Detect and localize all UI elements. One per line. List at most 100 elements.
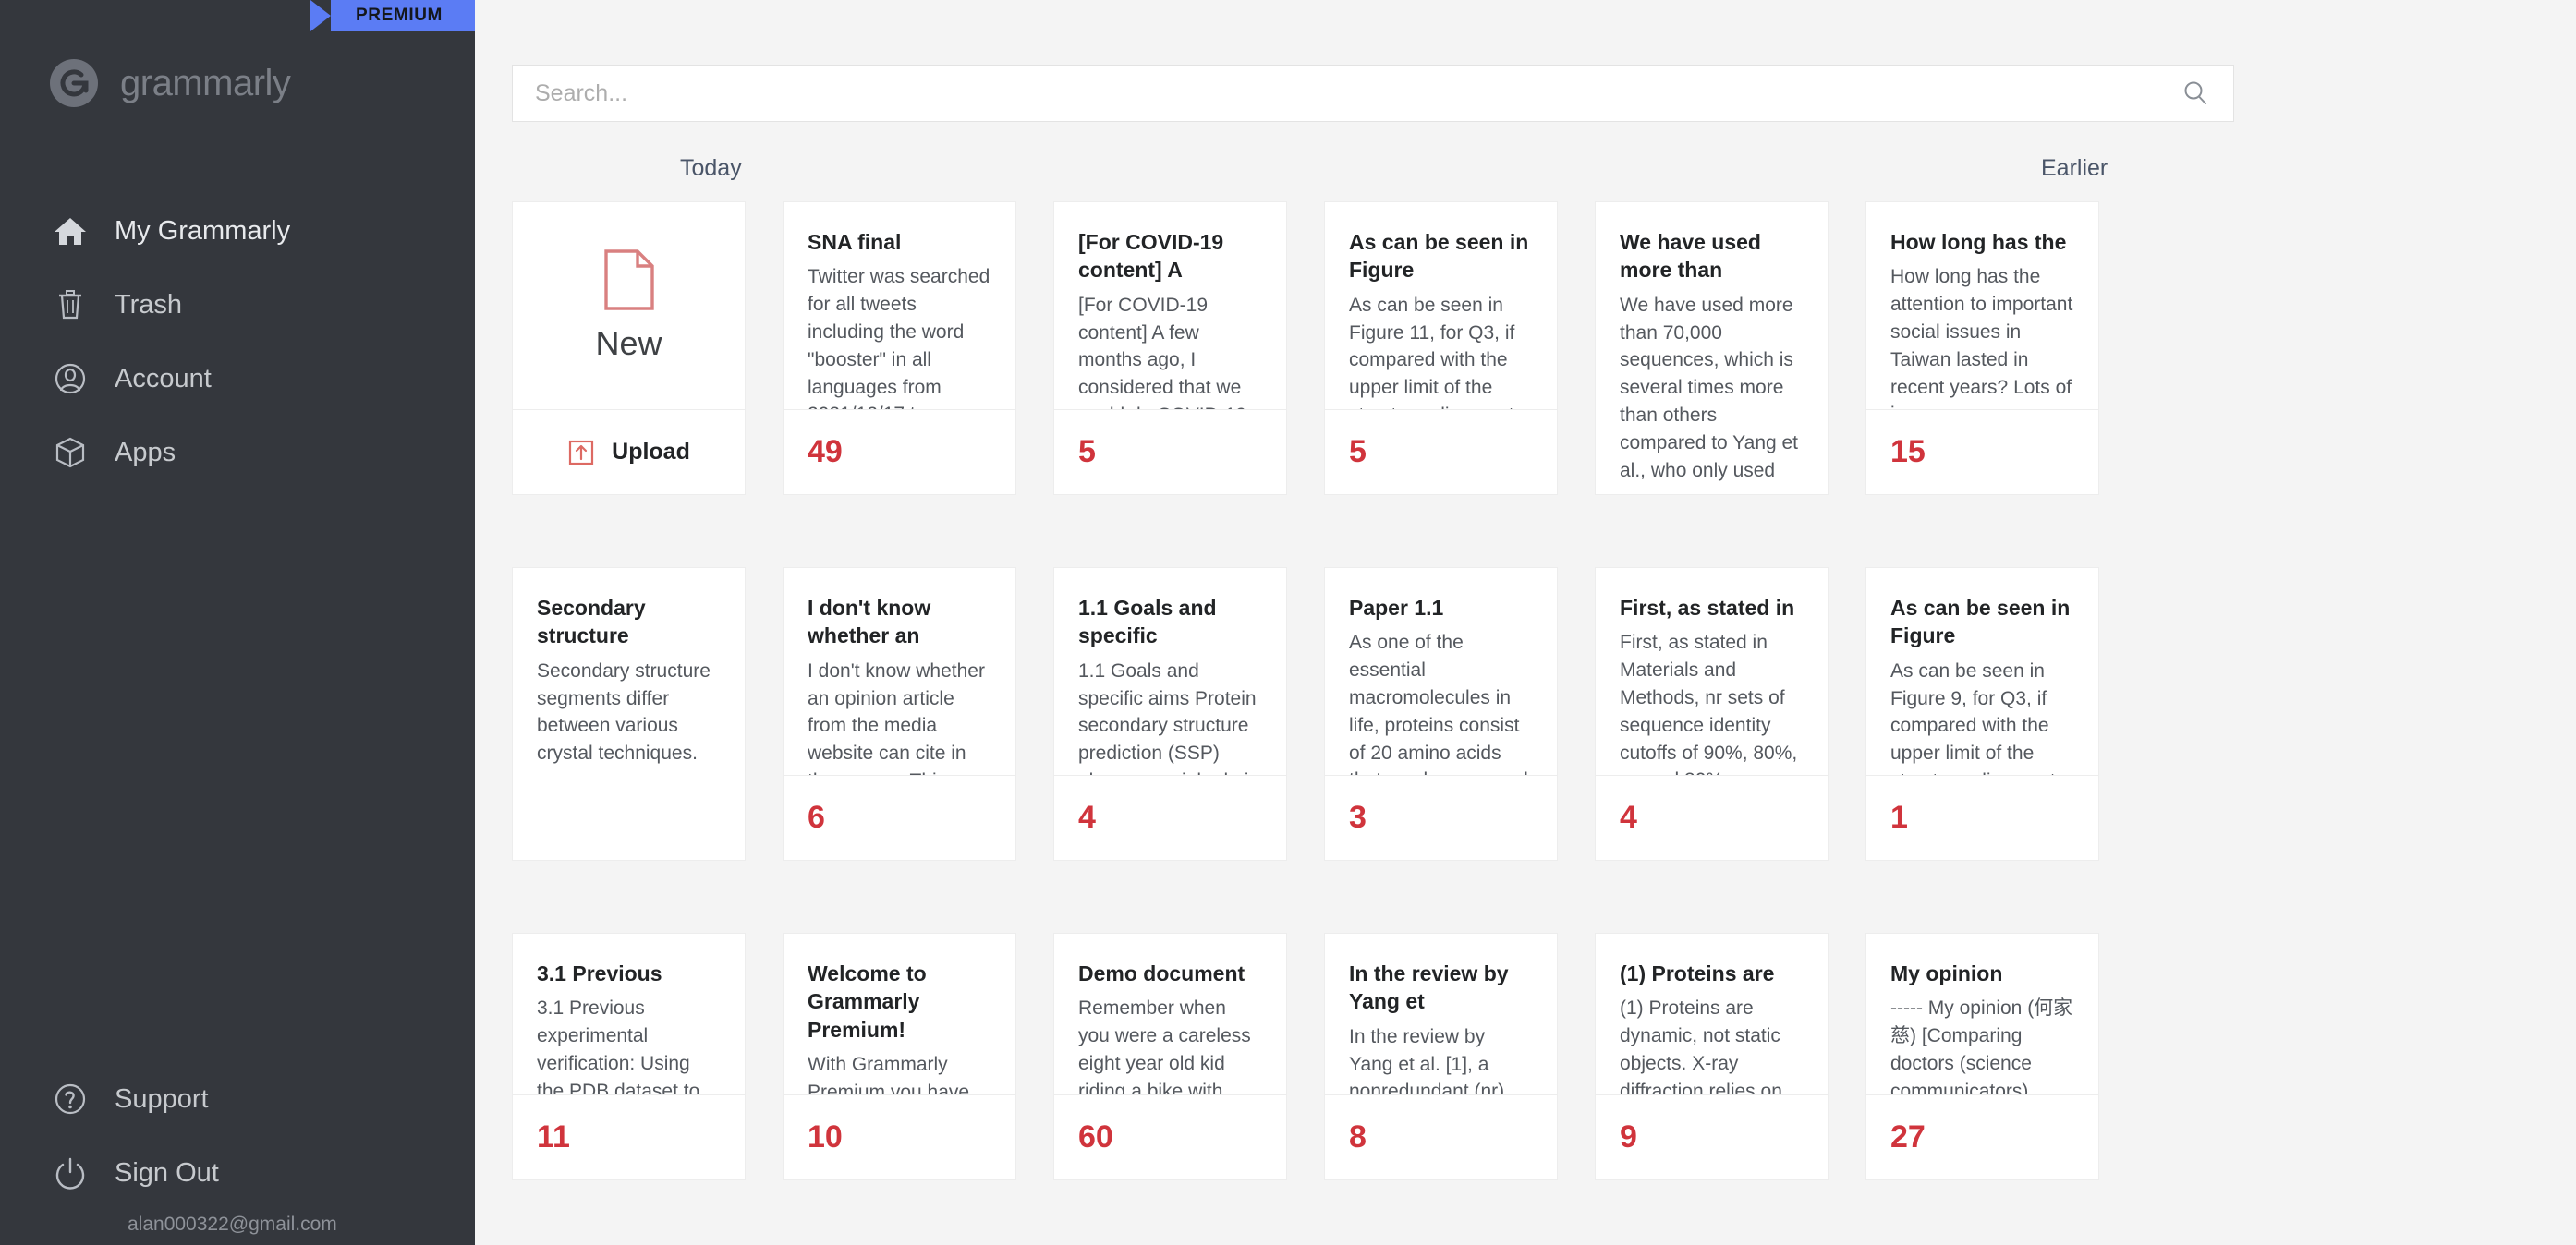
document-title: SNA final <box>808 230 902 254</box>
sidebar-item-label: Apps <box>115 437 176 467</box>
document-score: 5 <box>1078 434 1096 469</box>
document-card-body: 3.1 Previous 3.1 Previous experimental v… <box>513 934 745 1094</box>
document-title: Demo document <box>1078 961 1245 985</box>
document-snippet: First, as stated in Materials and Method… <box>1620 632 1798 775</box>
sidebar-item-label: Sign Out <box>115 1157 219 1188</box>
document-snippet: In the review by Yang et al. [1], a nonr… <box>1349 1025 1505 1094</box>
premium-badge-label: PREMIUM <box>356 6 443 25</box>
document-card[interactable]: As can be seen in Figure As can be seen … <box>1324 201 1558 495</box>
document-snippet: 1.1 Goals and specific aims Protein seco… <box>1078 659 1259 775</box>
row-spacer <box>512 861 2539 933</box>
document-card-footer: 4 <box>1054 775 1286 860</box>
document-card-body: How long has the How long has the attent… <box>1866 202 2098 409</box>
document-score: 1 <box>1890 800 1908 835</box>
document-card-footer: 8 <box>1325 1094 1557 1179</box>
document-card-body: 1.1 Goals and specific 1.1 Goals and spe… <box>1054 568 1286 775</box>
document-card-body: We have used more than We have used more… <box>1596 202 1828 494</box>
document-score: 11 <box>537 1119 570 1154</box>
new-document-button[interactable]: New <box>513 202 745 409</box>
document-snippet: As can be seen in Figure 11, for Q3, if … <box>1349 294 1519 409</box>
document-card-footer: 11 <box>513 1094 745 1179</box>
document-card-footer: 5 <box>1325 409 1557 494</box>
document-card-body: As can be seen in Figure As can be seen … <box>1325 202 1557 409</box>
document-score: 4 <box>1620 800 1637 835</box>
document-score: 15 <box>1890 434 1926 469</box>
document-card[interactable]: I don't know whether an I don't know whe… <box>783 567 1016 861</box>
document-card[interactable]: [For COVID-19 content] A [For COVID-19 c… <box>1053 201 1287 495</box>
document-card-body: Paper 1.1 As one of the essential macrom… <box>1325 568 1557 775</box>
document-card-footer: 9 <box>1596 1094 1828 1179</box>
card-row-2: Secondary structure Secondary structure … <box>512 567 2539 861</box>
grammarly-g-logo-icon <box>48 57 100 109</box>
documents-grid: Today Earlier New Upload SNA final Twitt… <box>475 155 2576 1180</box>
document-score: 27 <box>1890 1119 1926 1154</box>
account-person-icon <box>52 360 89 397</box>
document-card-body: Demo document Remember when you were a c… <box>1054 934 1286 1094</box>
document-card[interactable]: How long has the How long has the attent… <box>1865 201 2099 495</box>
question-circle-icon <box>52 1081 89 1118</box>
document-title: Secondary structure <box>537 596 646 648</box>
document-card-footer: 6 <box>784 775 1015 860</box>
document-score: 10 <box>808 1119 843 1154</box>
sidebar-item-label: My Grammarly <box>115 215 291 246</box>
document-card-footer: 60 <box>1054 1094 1286 1179</box>
sidebar-item-support[interactable]: Support <box>0 1062 475 1136</box>
document-card[interactable]: First, as stated in First, as stated in … <box>1595 567 1829 861</box>
document-card[interactable]: My opinion ----- My opinion (何家慈) [Compa… <box>1865 933 2099 1180</box>
sidebar-item-sign-out[interactable]: Sign Out <box>0 1136 475 1210</box>
document-card[interactable]: 1.1 Goals and specific 1.1 Goals and spe… <box>1053 567 1287 861</box>
document-card-footer: 1 <box>1866 775 2098 860</box>
document-title: First, as stated in <box>1620 596 1795 620</box>
row-spacer <box>512 495 2539 567</box>
document-score: 8 <box>1349 1119 1367 1154</box>
document-card[interactable]: As can be seen in Figure As can be seen … <box>1865 567 2099 861</box>
document-card[interactable]: Demo document Remember when you were a c… <box>1053 933 1287 1180</box>
document-card-body: My opinion ----- My opinion (何家慈) [Compa… <box>1866 934 2098 1094</box>
document-snippet: How long has the attention to important … <box>1890 266 2073 409</box>
document-card[interactable]: 3.1 Previous 3.1 Previous experimental v… <box>512 933 746 1180</box>
document-snippet: I don't know whether an opinion article … <box>808 659 985 775</box>
document-title: (1) Proteins are <box>1620 961 1775 985</box>
document-card[interactable]: (1) Proteins are (1) Proteins are dynami… <box>1595 933 1829 1180</box>
document-snippet: As can be seen in Figure 9, for Q3, if c… <box>1890 659 2060 775</box>
document-snippet: With Grammarly Premium you have access t… <box>808 1054 970 1094</box>
grammarly-dashboard: PREMIUM grammarly My Grammarly Trash Acc… <box>0 0 2576 1245</box>
new-document-card[interactable]: New Upload <box>512 201 746 495</box>
document-score: 60 <box>1078 1119 1113 1154</box>
sidebar-item-label: Support <box>115 1083 209 1114</box>
cube-box-icon <box>52 434 89 471</box>
document-title: As can be seen in Figure <box>1890 596 2071 648</box>
document-card[interactable]: SNA final Twitter was searched for all t… <box>783 201 1016 495</box>
document-title: In the review by Yang et <box>1349 961 1509 1014</box>
sidebar-item-apps[interactable]: Apps <box>0 416 475 490</box>
document-score: 4 <box>1078 800 1096 835</box>
document-card-body: In the review by Yang et In the review b… <box>1325 934 1557 1094</box>
sidebar: PREMIUM grammarly My Grammarly Trash Acc… <box>0 0 475 1245</box>
document-card-body: (1) Proteins are (1) Proteins are dynami… <box>1596 934 1828 1094</box>
document-snippet: As one of the essential macromolecules i… <box>1349 632 1528 775</box>
document-card-footer: 10 <box>784 1094 1015 1179</box>
document-title: I don't know whether an <box>808 596 931 648</box>
document-score: 49 <box>808 434 843 469</box>
document-score: 6 <box>808 800 825 835</box>
sidebar-item-account[interactable]: Account <box>0 342 475 416</box>
search-area <box>475 0 2576 122</box>
document-card[interactable]: Welcome to Grammarly Premium! With Gramm… <box>783 933 1016 1180</box>
document-card[interactable]: Paper 1.1 As one of the essential macrom… <box>1324 567 1558 861</box>
sidebar-footer: Support Sign Out alan000322@gmail.com <box>0 1062 475 1245</box>
document-card[interactable]: In the review by Yang et In the review b… <box>1324 933 1558 1180</box>
search-bar[interactable] <box>512 65 2234 122</box>
card-row-3: 3.1 Previous 3.1 Previous experimental v… <box>512 933 2539 1180</box>
document-title: We have used more than <box>1620 230 1761 283</box>
sidebar-item-trash[interactable]: Trash <box>0 268 475 342</box>
document-card[interactable]: We have used more than We have used more… <box>1595 201 1829 495</box>
document-title: As can be seen in Figure <box>1349 230 1529 283</box>
search-input[interactable] <box>535 79 2181 107</box>
document-card-footer: 5 <box>1054 409 1286 494</box>
document-card[interactable]: Secondary structure Secondary structure … <box>512 567 746 861</box>
document-snippet: Twitter was searched for all tweets incl… <box>808 266 990 409</box>
sidebar-item-my-grammarly[interactable]: My Grammarly <box>0 194 475 268</box>
sidebar-item-label: Account <box>115 363 212 393</box>
search-magnifier-icon[interactable] <box>2181 79 2209 107</box>
upload-button[interactable]: Upload <box>513 409 745 494</box>
